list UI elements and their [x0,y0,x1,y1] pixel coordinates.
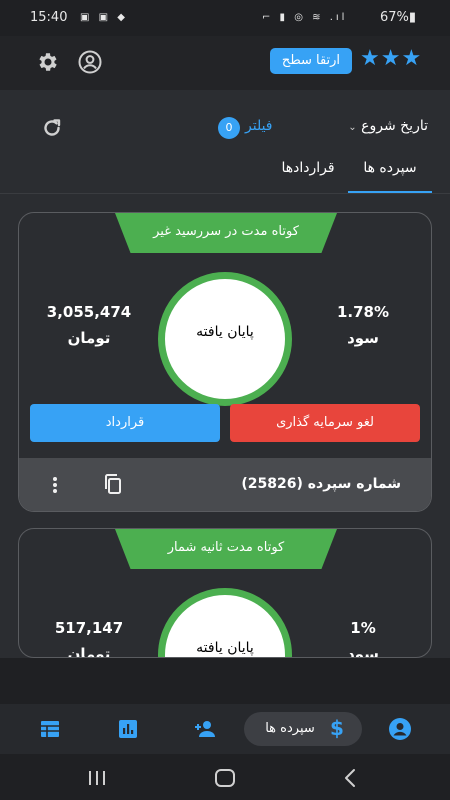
profit-percent: 1.78% [336,303,390,321]
back-icon[interactable] [340,766,360,790]
deposit-amount: 3,055,474 [46,303,132,321]
table-icon[interactable] [38,717,62,741]
nav-item-deposits[interactable]: سپرده ها $ [244,712,362,746]
status-text: پایان یافته [196,324,254,340]
deposit-amount: 517,147 [54,619,124,637]
system-navigation-bar [0,760,450,800]
tab-contracts[interactable]: قراردادها [270,160,346,176]
amount-unit: تومان [67,645,111,658]
gear-icon[interactable] [36,50,60,74]
profit-percent: 1% [350,619,376,637]
status-ring: پایان یافته [158,272,292,406]
sort-label: تاریخ شروع [361,118,428,134]
rating-stars: ★★★ [360,46,423,71]
status-text: پایان یافته [196,640,254,656]
bar-chart-icon[interactable] [116,717,140,741]
dollar-icon: $ [330,716,344,740]
account-circle-icon[interactable] [388,717,412,741]
deposit-type-banner: کوتاه مدت در سررسید غیر [115,213,337,253]
bottom-navigation [0,704,450,754]
chevron-down-icon: ⌄ [348,122,357,133]
upgrade-level-button[interactable]: ارتقا سطح [270,48,352,74]
cancel-investment-button[interactable]: لغو سرمایه گذاری [230,404,420,442]
battery-level: 67%▮ [380,10,417,25]
refresh-icon[interactable] [40,116,64,140]
app-screen: 15:40 ▣ ▣ ◆ ⌐ ▮ ◎ ≋ .ıl 67%▮ ارتقا سطح ★… [0,0,450,800]
deposit-card: کوتاه مدت ثانیه شمار پایان یافته 517,147… [18,528,432,658]
filter-button[interactable]: فیلتر [245,118,273,134]
notification-icons: ▣ ▣ ◆ [80,12,128,23]
contract-button[interactable]: قرارداد [30,404,220,442]
deposit-number: شماره سپرده (25826) [241,476,401,492]
copy-icon[interactable] [101,472,125,496]
filter-count-badge[interactable]: 0 [218,117,240,139]
card-footer: شماره سپرده (25826) [19,458,431,511]
deposit-card: کوتاه مدت در سررسید غیر پایان یافته 3,05… [18,212,432,512]
sort-dropdown[interactable]: تاریخ شروع ⌄ [324,118,428,134]
system-status-icons: ⌐ ▮ ◎ ≋ .ıl [262,12,348,23]
tabs-divider [0,193,450,194]
tab-deposits[interactable]: سپرده ها [348,160,432,192]
profit-label: سود [347,645,379,658]
profit-label: سود [347,329,379,347]
account-circle-icon[interactable] [77,49,103,75]
status-ring: پایان یافته [158,588,292,657]
recent-apps-icon[interactable] [86,768,108,788]
amount-unit: تومان [67,329,111,347]
nav-deposits-label: سپرده ها [265,721,315,736]
home-icon[interactable] [212,767,238,789]
status-time: 15:40 [30,10,68,25]
status-bar: 15:40 ▣ ▣ ◆ ⌐ ▮ ◎ ≋ .ıl 67%▮ [0,0,450,36]
more-vert-icon[interactable] [49,473,61,497]
deposit-type-banner: کوتاه مدت ثانیه شمار [115,529,337,569]
person-add-icon[interactable] [193,717,217,741]
